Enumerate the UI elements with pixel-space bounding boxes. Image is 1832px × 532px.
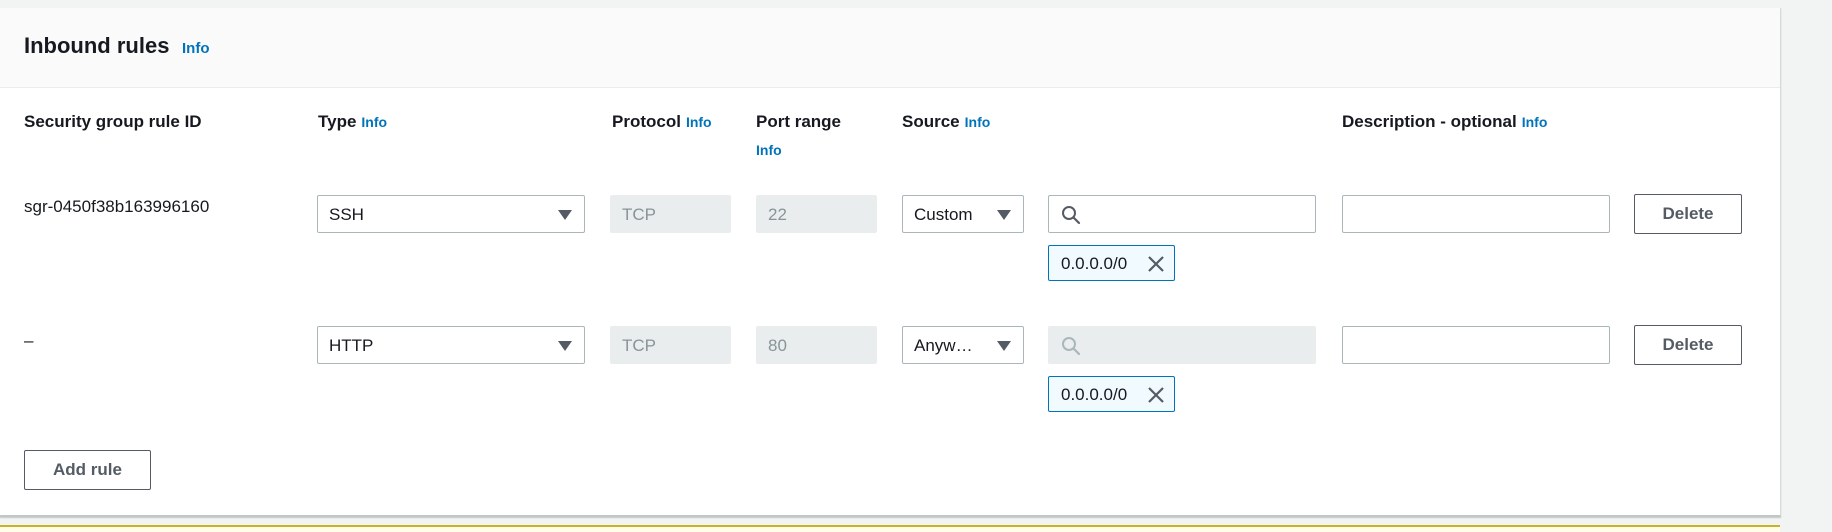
close-icon[interactable]	[1147, 255, 1165, 273]
type-info-link[interactable]: Info	[361, 114, 387, 130]
panel-header: Inbound rules Info	[0, 8, 1780, 88]
close-icon[interactable]	[1147, 386, 1165, 404]
search-icon	[1062, 206, 1081, 225]
delete-button[interactable]: Delete	[1634, 194, 1742, 234]
add-rule-button[interactable]: Add rule	[24, 450, 151, 490]
type-select[interactable]: HTTP	[317, 326, 585, 364]
column-header-port-range: Port range	[756, 112, 842, 131]
column-header-description: Description - optional Info	[1342, 112, 1548, 131]
panel-title: Inbound rules	[24, 33, 170, 58]
port-range-field: 22	[756, 195, 877, 233]
column-header-protocol: Protocol Info	[612, 112, 712, 131]
cidr-token: 0.0.0.0/0	[1048, 376, 1175, 412]
description-input[interactable]	[1342, 195, 1610, 233]
type-select[interactable]: SSH	[317, 195, 585, 233]
title-info-link[interactable]: Info	[182, 40, 210, 57]
page-scrollbar[interactable]	[1818, 0, 1832, 530]
column-header-type: Type Info	[318, 112, 388, 131]
caret-down-icon	[997, 210, 1011, 220]
rule-id: –	[24, 331, 34, 350]
caret-down-icon	[997, 341, 1011, 351]
protocol-field: TCP	[610, 326, 731, 364]
description-info-link[interactable]: Info	[1522, 114, 1548, 130]
cidr-token: 0.0.0.0/0	[1048, 245, 1175, 281]
next-panel-edge	[0, 525, 1780, 532]
column-header-source: Source Info	[902, 112, 991, 131]
protocol-field: TCP	[610, 195, 731, 233]
description-input[interactable]	[1342, 326, 1610, 364]
caret-down-icon	[558, 341, 572, 351]
source-info-link[interactable]: Info	[965, 114, 991, 130]
search-icon	[1062, 337, 1081, 356]
source-search-input[interactable]	[1048, 195, 1316, 233]
port-range-field: 80	[756, 326, 877, 364]
rule-id: sgr-0450f38b163996160	[24, 197, 210, 216]
delete-button[interactable]: Delete	[1634, 325, 1742, 365]
source-search-input	[1048, 326, 1316, 364]
column-header-rule-id: Security group rule ID	[24, 112, 202, 131]
caret-down-icon	[558, 210, 572, 220]
protocol-info-link[interactable]: Info	[686, 114, 712, 130]
source-select[interactable]: Custom	[902, 195, 1024, 233]
port-range-info-link[interactable]: Info	[756, 142, 782, 158]
source-select[interactable]: Anyw…	[902, 326, 1024, 364]
inbound-rules-panel: Inbound rules Info Security group rule I…	[0, 8, 1781, 517]
